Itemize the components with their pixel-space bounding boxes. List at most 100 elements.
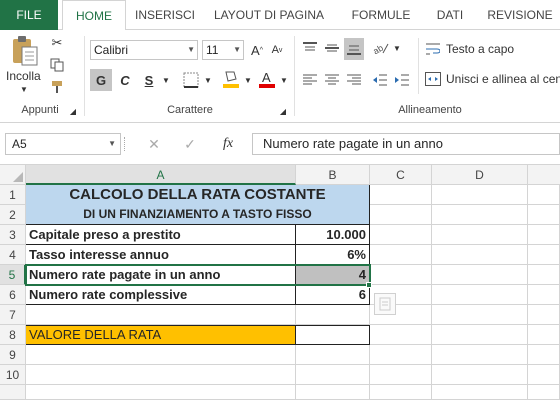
empty-cell[interactable] [296,385,370,400]
format-painter-icon[interactable] [48,78,66,96]
cell-b5[interactable]: 4 [296,265,370,285]
borders-dropdown-icon[interactable]: ▼ [202,69,214,91]
paste-label[interactable]: Incolla [6,69,41,83]
font-color-dropdown-icon[interactable]: ▼ [278,69,290,91]
empty-cell[interactable] [370,385,432,400]
bold-button[interactable]: G [90,69,112,91]
font-color-icon[interactable]: A [256,67,278,91]
align-middle-icon[interactable] [322,38,342,58]
align-center-icon[interactable] [322,70,342,90]
empty-cell[interactable] [432,285,528,305]
cell-a6[interactable]: Numero rate complessive [26,285,296,305]
empty-cell[interactable] [370,265,432,285]
cell-b6[interactable]: 6 [296,285,370,305]
tab-file[interactable]: FILE [0,0,58,30]
empty-cell[interactable] [528,185,560,205]
tab-revisione[interactable]: REVISIONE [480,0,560,30]
column-header-c[interactable]: C [370,165,432,185]
cell-a4[interactable]: Tasso interesse annuo [26,245,296,265]
empty-cell[interactable] [432,245,528,265]
tab-inserisci[interactable]: INSERISCI [132,0,198,30]
decrease-indent-icon[interactable] [370,70,390,90]
row-header-2[interactable]: 2 [0,205,26,225]
empty-cell[interactable] [528,385,560,400]
empty-cell[interactable] [432,305,528,325]
tab-dati[interactable]: DATI [428,0,472,30]
empty-cell[interactable] [26,365,296,385]
empty-cell[interactable] [528,285,560,305]
empty-cell[interactable] [528,265,560,285]
row-header-7[interactable]: 7 [0,305,26,325]
row-header-1[interactable]: 1 [0,185,26,205]
empty-cell[interactable] [432,225,528,245]
cell-b8[interactable] [296,325,370,345]
select-all-corner[interactable] [0,165,26,185]
align-right-icon[interactable] [344,70,364,90]
empty-cell[interactable] [370,185,432,205]
underline-button[interactable]: S [138,69,160,91]
row-header-5[interactable]: 5 [0,265,26,285]
subtitle-cell[interactable]: DI UN FINANZIAMENTO A TASTO FISSO [26,205,370,225]
merge-center-icon[interactable] [424,70,442,88]
cut-icon[interactable]: ✂ [48,34,66,52]
column-header-b[interactable]: B [296,165,370,185]
empty-cell[interactable] [528,305,560,325]
font-name-select[interactable]: Calibri ▼ [90,40,198,60]
empty-cell[interactable] [432,365,528,385]
cell-a3[interactable]: Capitale preso a prestito [26,225,296,245]
grow-font-icon[interactable]: A ^ [248,40,266,60]
empty-cell[interactable] [528,325,560,345]
empty-cell[interactable] [296,345,370,365]
cell-a5[interactable]: Numero rate pagate in un anno [26,265,296,285]
shrink-font-icon[interactable]: Av [268,40,286,60]
empty-cell[interactable] [26,385,296,400]
empty-cell[interactable] [370,225,432,245]
row-header-3[interactable]: 3 [0,225,26,245]
cell-a8[interactable]: VALORE DELLA RATA [26,325,296,345]
insert-function-icon[interactable]: fx [218,135,238,153]
column-header-a[interactable]: A [26,165,296,185]
tab-home[interactable]: HOME [62,0,126,31]
increase-indent-icon[interactable] [392,70,412,90]
empty-cell[interactable] [296,365,370,385]
cell-b4[interactable]: 6% [296,245,370,265]
empty-cell[interactable] [26,305,296,325]
empty-cell[interactable] [370,345,432,365]
confirm-icon[interactable]: ✓ [180,135,200,153]
empty-cell[interactable] [528,245,560,265]
paste-dropdown-icon[interactable]: ▼ [10,84,38,94]
wrap-text-button[interactable]: Testo a capo [446,42,514,56]
empty-cell[interactable] [528,365,560,385]
row-header-11[interactable] [0,385,26,400]
cancel-icon[interactable]: ✕ [144,135,164,153]
tab-layout-di-pagina[interactable]: LAYOUT DI PAGINA [206,0,332,30]
empty-cell[interactable] [296,305,370,325]
font-size-select[interactable]: 11 ▼ [202,40,244,60]
borders-icon[interactable] [180,69,202,91]
paste-icon[interactable] [8,34,42,68]
fill-handle[interactable] [366,282,372,288]
empty-cell[interactable] [432,345,528,365]
row-header-6[interactable]: 6 [0,285,26,305]
italic-button[interactable]: C [114,69,136,91]
empty-cell[interactable] [432,205,528,225]
merge-center-button[interactable]: Unisci e allinea al cent [446,72,560,86]
splitter-handle[interactable] [124,137,126,151]
align-top-icon[interactable] [300,38,320,58]
underline-dropdown-icon[interactable]: ▼ [160,69,172,91]
row-header-10[interactable]: 10 [0,365,26,385]
cell-b3[interactable]: 10.000 [296,225,370,245]
empty-cell[interactable] [432,325,528,345]
empty-cell[interactable] [370,205,432,225]
empty-cell[interactable] [528,205,560,225]
empty-cell[interactable] [528,225,560,245]
clipboard-launcher-icon[interactable]: ◢ [68,106,78,116]
empty-cell[interactable] [370,325,432,345]
title-cell[interactable]: CALCOLO DELLA RATA COSTANTE [26,185,370,205]
empty-cell[interactable] [432,185,528,205]
row-header-9[interactable]: 9 [0,345,26,365]
empty-cell[interactable] [432,385,528,400]
empty-cell[interactable] [432,265,528,285]
font-launcher-icon[interactable]: ◢ [278,106,288,116]
empty-cell[interactable] [370,365,432,385]
